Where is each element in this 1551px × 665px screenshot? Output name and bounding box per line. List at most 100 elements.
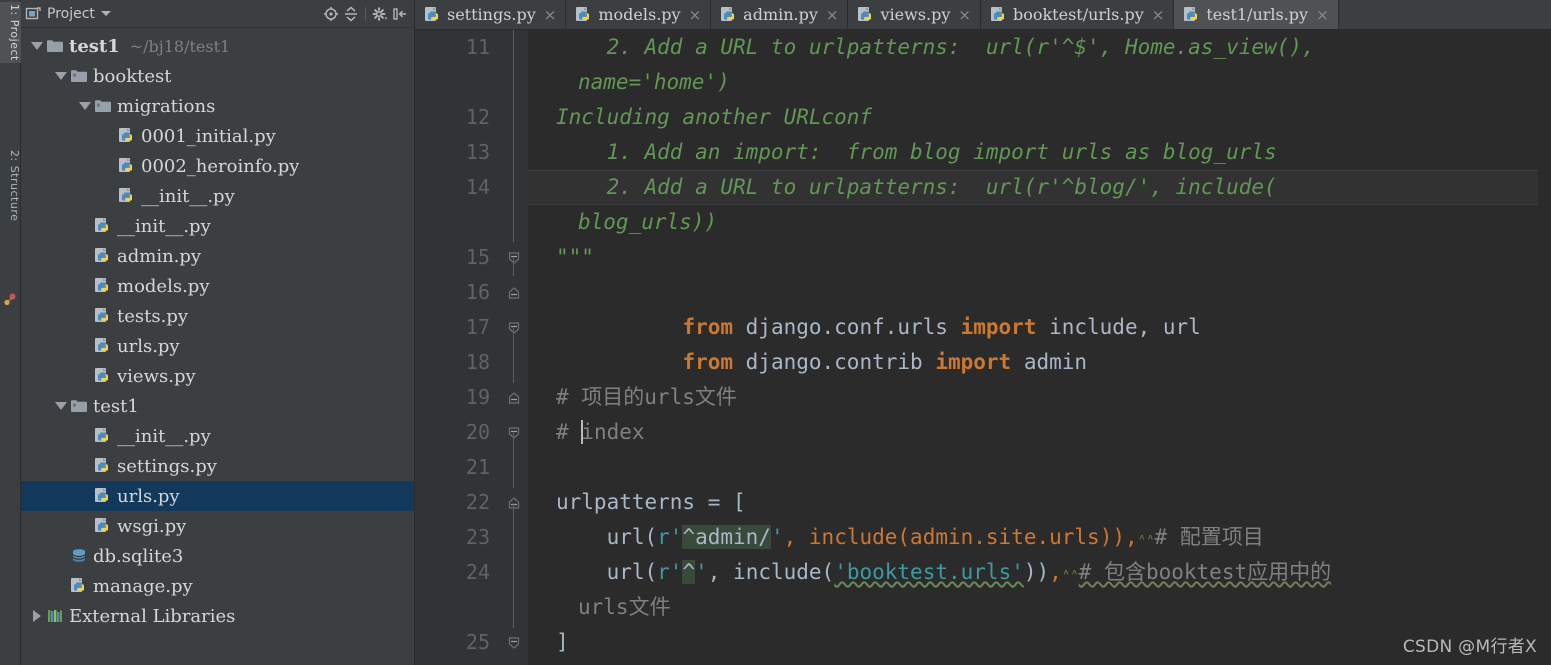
tree-expand-collapse-down-icon[interactable] [53, 402, 69, 410]
tree-item--init-py[interactable]: __init__.py [21, 421, 414, 451]
tree-item-label: __init__.py [117, 215, 211, 237]
inline-comment: # 配置项目 [1154, 525, 1264, 549]
regex-close-quote: ' [695, 560, 708, 584]
python-file-icon [93, 277, 113, 295]
tree-item-manage-py[interactable]: manage.py [21, 571, 414, 601]
url-call: url( [556, 525, 658, 549]
editor-fold-gutter[interactable] [500, 30, 528, 665]
locate-target-icon[interactable] [321, 4, 341, 24]
tree-item-test1[interactable]: test1 ~/bj18/test1 [21, 31, 414, 61]
tree-item-path-note: ~/bj18/test1 [129, 36, 231, 56]
tree-expand-collapse-down-icon[interactable] [77, 102, 93, 110]
import-names: admin [1011, 350, 1088, 374]
tree-item-settings-py[interactable]: settings.py [21, 451, 414, 481]
tree-item-admin-py[interactable]: admin.py [21, 241, 414, 271]
project-tree[interactable]: test1 ~/bj18/test1 booktest migrations 0001_… [21, 28, 414, 665]
fold-connector-line [513, 30, 514, 242]
folder-module-icon [93, 98, 113, 114]
tree-expand-collapse-down-icon[interactable] [53, 72, 69, 80]
fold-connector-line [513, 258, 514, 276]
editor-tab-admin-py[interactable]: admin.py × [711, 0, 849, 29]
tree-item-0002-heroinfo-py[interactable]: 0002_heroinfo.py [21, 151, 414, 181]
folder-module-icon [69, 68, 89, 84]
editor-vertical-scrollbar[interactable] [1538, 30, 1551, 665]
regex-pattern: ^ [682, 560, 696, 584]
tree-item--init-py[interactable]: __init__.py [21, 211, 414, 241]
tree-item-models-py[interactable]: models.py [21, 271, 414, 301]
code-line-19: # 项目的urls文件 [556, 385, 737, 409]
tree-expand-collapse-right-icon[interactable] [29, 610, 45, 622]
tree-item-label: 0001_initial.py [141, 125, 276, 147]
fold-marker-end[interactable] [506, 240, 522, 275]
url-rest: , include(admin.site.urls)) [783, 525, 1125, 549]
fold-marker-collapse[interactable] [506, 485, 522, 520]
collapse-all-icon[interactable] [341, 4, 361, 24]
python-file-icon [93, 517, 113, 535]
chevron-down-icon[interactable] [100, 11, 111, 16]
code-line-25: ] [556, 630, 569, 654]
project-view-icon [25, 6, 41, 22]
python-file-icon [93, 427, 113, 445]
tool-window-button-project[interactable]: 1: Project [0, 2, 21, 63]
close-icon[interactable]: × [689, 6, 702, 24]
tree-item--init-py[interactable]: __init__.py [21, 181, 414, 211]
tree-item-external-libraries[interactable]: External Libraries [21, 601, 414, 631]
editor-tab-booktest-urls-py[interactable]: booktest/urls.py × [981, 0, 1175, 29]
tree-item-db-sqlite3[interactable]: db.sqlite3 [21, 541, 414, 571]
tree-item-booktest[interactable]: booktest [21, 61, 414, 91]
close-icon[interactable]: × [1316, 6, 1329, 24]
fold-marker-end[interactable] [506, 310, 522, 345]
editor-tab-test1-urls-py[interactable]: test1/urls.py × [1174, 0, 1339, 29]
closing-parens: )) [1023, 560, 1050, 584]
editor-tab-bar[interactable]: settings.py × models.py × admin.py × views.py ×… [415, 0, 1551, 30]
tool-window-button-structure[interactable]: 2: Structure [0, 148, 21, 223]
code-editor[interactable]: 2. Add a URL to urlpatterns: url(r'^$', … [528, 30, 1551, 665]
include-call: , include( [707, 560, 835, 584]
tree-item-views-py[interactable]: views.py [21, 361, 414, 391]
fold-marker-collapse[interactable] [506, 275, 522, 310]
code-line-20: # index [556, 415, 645, 450]
inline-comment: # 包含booktest应用中的 [1078, 560, 1332, 584]
close-icon[interactable]: × [544, 6, 557, 24]
keyword-import: import [935, 350, 1012, 374]
editor-tab-views-py[interactable]: views.py × [848, 0, 981, 29]
folder-module-icon [69, 398, 89, 414]
tree-item-urls-py[interactable]: urls.py [21, 481, 414, 511]
line-number-16: 16 [465, 280, 490, 304]
editor-tab-label: views.py [880, 5, 951, 24]
line-number-22: 22 [465, 490, 490, 514]
regex-pattern: ^admin/ [682, 525, 771, 549]
regex-prefix: r' [657, 525, 683, 549]
tree-item-label: urls.py [117, 485, 180, 507]
python-file-icon [720, 6, 738, 24]
python-file-icon [117, 157, 137, 175]
tree-item-urls-py[interactable]: urls.py [21, 331, 414, 361]
line-number-17: 17 [465, 315, 490, 339]
inline-dots: ᶺᶺ [1137, 532, 1155, 548]
close-icon[interactable]: × [1152, 6, 1165, 24]
editor-line-number-gutter: 11 12 13 14 15 16 17 18 19 20 21 22 23 24 25 [415, 30, 500, 665]
editor-tab-models-py[interactable]: models.py × [566, 0, 712, 29]
close-icon[interactable]: × [958, 6, 971, 24]
editor-tab-settings-py[interactable]: settings.py × [415, 0, 567, 29]
python-file-icon [1183, 6, 1201, 24]
toolbar-separator [365, 6, 366, 21]
python-file-icon [575, 6, 593, 24]
fold-marker-end[interactable] [506, 415, 522, 450]
fold-marker-end[interactable] [506, 625, 522, 660]
tree-item-migrations[interactable]: migrations [21, 91, 414, 121]
tree-item-0001-initial-py[interactable]: 0001_initial.py [21, 121, 414, 151]
folder-icon [45, 38, 65, 54]
favorites-icon[interactable] [3, 292, 17, 306]
tree-expand-collapse-down-icon[interactable] [29, 42, 45, 50]
tree-item-test1[interactable]: test1 [21, 391, 414, 421]
gear-settings-icon[interactable] [370, 4, 390, 24]
tree-item-wsgi-py[interactable]: wsgi.py [21, 511, 414, 541]
database-file-icon [69, 548, 89, 564]
tree-item-label: views.py [117, 365, 196, 387]
python-file-icon [93, 217, 113, 235]
hide-panel-icon[interactable] [390, 4, 410, 24]
tree-item-tests-py[interactable]: tests.py [21, 301, 414, 331]
fold-marker-collapse[interactable] [506, 380, 522, 415]
close-icon[interactable]: × [826, 6, 839, 24]
